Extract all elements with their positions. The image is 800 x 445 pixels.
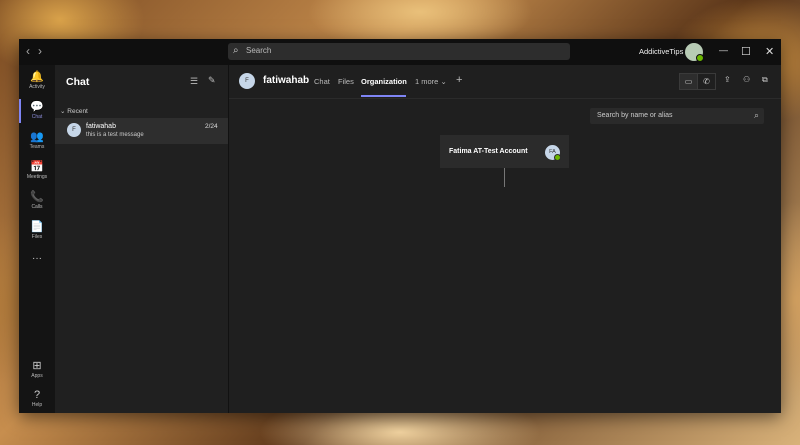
share-screen-icon[interactable]: ⇪ <box>724 75 731 84</box>
search-icon: ⌕ <box>753 110 759 120</box>
title-bar: ‹› ⌕ Search AddictiveTips — ☐ ✕ <box>19 39 781 65</box>
recent-label: Recent <box>67 108 88 115</box>
org-person-card[interactable]: Fatima AT-Test Account FA <box>440 135 569 168</box>
chevron-down-icon: ⌄ <box>60 108 66 115</box>
rail-help[interactable]: ? Help <box>19 389 55 408</box>
chat-item-name: fatiwahab <box>86 123 116 130</box>
rail-calls[interactable]: 📞 Calls <box>19 190 55 210</box>
add-tab-button[interactable]: + <box>456 74 462 86</box>
calendar-icon: 📅 <box>30 161 44 173</box>
maximize-button[interactable]: ☐ <box>741 45 751 58</box>
teams-window: ‹› ⌕ Search AddictiveTips — ☐ ✕ 🔔 Activi… <box>19 39 781 413</box>
app-rail: 🔔 Activity 💬 Chat 👥 Teams 📅 Meetings 📞 C… <box>19 65 55 413</box>
rail-label: Chat <box>31 114 43 120</box>
new-chat-icon[interactable]: ✎ <box>208 75 216 86</box>
chat-item-date: 2/24 <box>205 123 218 130</box>
rail-teams[interactable]: 👥 Teams <box>19 130 55 150</box>
org-person-name: Fatima AT-Test Account <box>449 148 528 155</box>
bell-icon: 🔔 <box>30 71 44 83</box>
org-connector-line <box>504 168 505 187</box>
rail-label: Files <box>31 234 43 240</box>
recent-section[interactable]: ⌄ Recent <box>60 107 88 115</box>
avatar: F <box>239 73 255 89</box>
org-search-placeholder: Search by name or alias <box>597 112 673 119</box>
chat-list-title: Chat <box>66 76 90 88</box>
chat-icon: 💬 <box>30 101 44 113</box>
rail-chat[interactable]: 💬 Chat <box>19 100 55 120</box>
search-icon: ⌕ <box>233 45 239 56</box>
rail-label: Calls <box>31 204 43 210</box>
video-call-button[interactable]: ▭ <box>679 73 698 90</box>
pop-out-icon[interactable]: ⧉ <box>762 75 768 85</box>
tab-organization[interactable]: Organization <box>361 77 407 86</box>
chat-list-pane: Chat ☰ ✎ ⌄ Recent F fatiwahab this is a … <box>55 65 229 413</box>
filter-icon[interactable]: ☰ <box>190 76 198 87</box>
rail-activity[interactable]: 🔔 Activity <box>19 70 55 90</box>
tab-chat[interactable]: Chat <box>314 77 330 86</box>
contact-name: fatiwahab <box>263 75 310 86</box>
apps-icon: ⊞ <box>32 360 42 372</box>
org-search-input[interactable]: Search by name or alias ⌕ <box>590 108 764 124</box>
rail-label: Help <box>31 402 43 408</box>
nav-arrows: ‹› <box>26 44 50 58</box>
rail-apps[interactable]: ⊞ Apps <box>19 359 55 379</box>
avatar: F <box>67 123 81 137</box>
file-icon: 📄 <box>30 221 44 233</box>
search-input[interactable]: ⌕ Search <box>228 43 570 60</box>
search-placeholder: Search <box>246 46 272 55</box>
forward-arrow-icon[interactable]: › <box>38 44 50 58</box>
rail-label: Teams <box>29 144 45 150</box>
chevron-down-icon: ⌄ <box>440 77 447 86</box>
rail-meetings[interactable]: 📅 Meetings <box>19 160 55 180</box>
chat-item-preview: this is a test message <box>86 132 144 138</box>
rail-label: Activity <box>29 84 45 90</box>
user-name: AddictiveTips <box>639 47 684 56</box>
presence-available-icon <box>554 154 561 161</box>
rail-label: Meetings <box>26 174 48 180</box>
conversation-header: F fatiwahab Chat Files Organization 1 mo… <box>229 65 781 99</box>
add-people-icon[interactable]: ⚇ <box>743 75 750 84</box>
tab-more[interactable]: 1 more ⌄ <box>415 77 447 86</box>
profile-avatar[interactable] <box>685 43 704 62</box>
more-apps-icon[interactable]: ··· <box>19 253 55 264</box>
tab-more-label: 1 more <box>415 77 439 86</box>
back-arrow-icon[interactable]: ‹ <box>26 44 38 58</box>
rail-files[interactable]: 📄 Files <box>19 220 55 240</box>
chat-list-item[interactable]: F fatiwahab this is a test message 2/24 <box>55 118 228 144</box>
tab-files[interactable]: Files <box>338 77 354 86</box>
avatar: FA <box>545 145 561 161</box>
minimize-button[interactable]: — <box>719 45 728 55</box>
audio-call-button[interactable]: ✆ <box>697 73 716 90</box>
teams-icon: 👥 <box>30 131 44 143</box>
help-icon: ? <box>33 389 41 401</box>
active-tab-underline <box>361 95 406 97</box>
rail-label: Apps <box>31 373 43 379</box>
close-button[interactable]: ✕ <box>765 45 774 58</box>
presence-available-icon <box>696 54 704 62</box>
main-pane: F fatiwahab Chat Files Organization 1 mo… <box>229 65 781 413</box>
phone-icon: 📞 <box>30 191 44 203</box>
